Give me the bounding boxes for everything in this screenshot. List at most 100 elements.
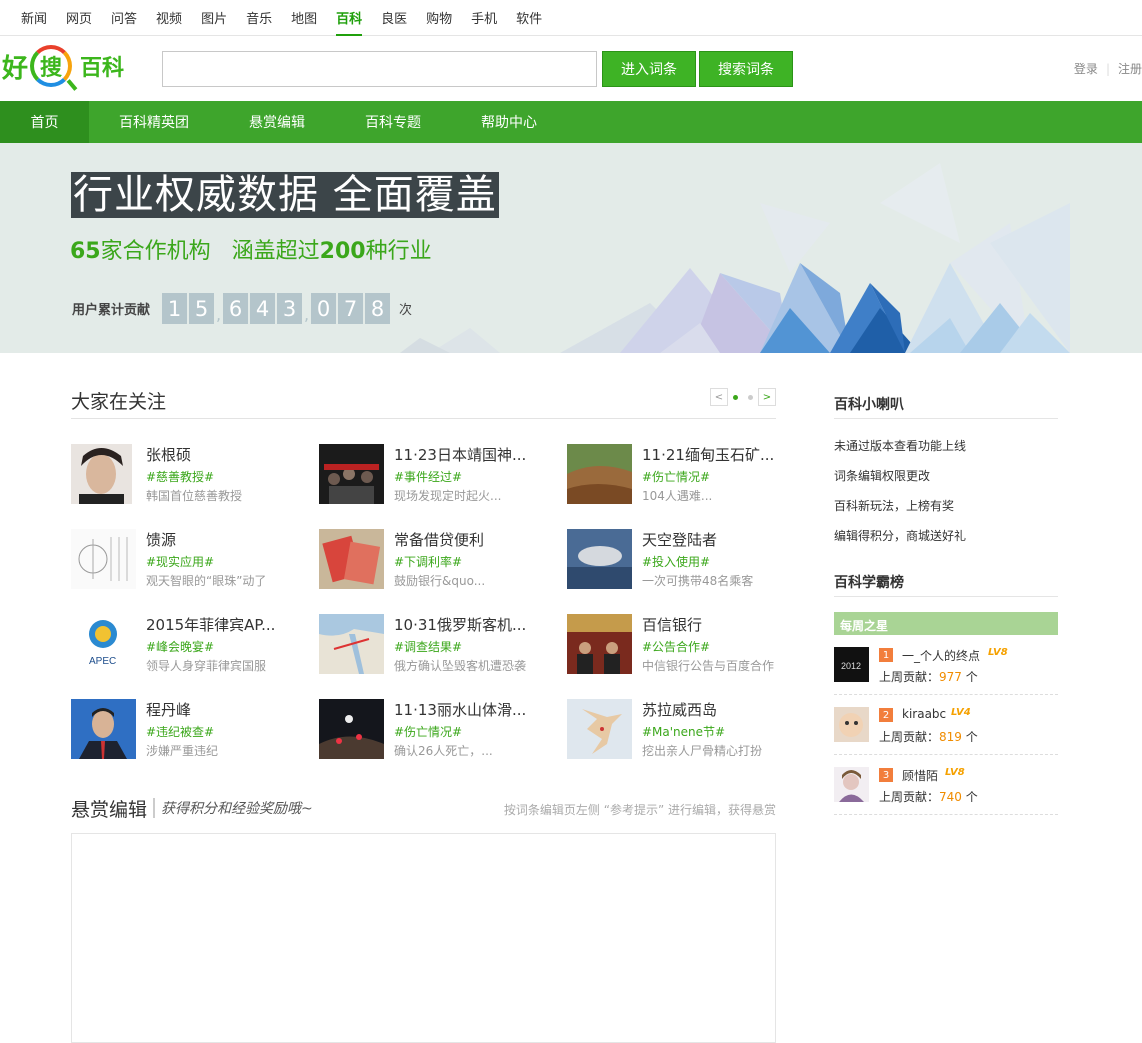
contribution-label: 上周贡献： — [879, 670, 940, 684]
logo-baike: 百科 — [80, 56, 125, 81]
next-arrow-icon[interactable]: > — [758, 388, 776, 406]
topnav-music[interactable]: 音乐 — [246, 0, 272, 35]
topnav-software[interactable]: 软件 — [516, 0, 542, 35]
rank-badge: 3 — [879, 768, 893, 782]
item-tag[interactable]: #峰会晚宴# — [146, 638, 214, 655]
list-item[interactable]: 苏拉威西岛 #Ma'nene节# 挖出亲人尸骨精心打扮 — [567, 699, 807, 761]
nav-reward-edit[interactable]: 悬赏编辑 — [219, 101, 335, 143]
item-title: 张根硕 — [146, 446, 192, 464]
list-item[interactable]: 11·21缅甸玉石矿... #伤亡情况# 104人遇难... — [567, 444, 807, 506]
login-link[interactable]: 登录 — [1074, 60, 1098, 77]
site-logo[interactable]: 好 搜 百科 — [2, 45, 124, 87]
industry-prefix: 涵盖超过 — [231, 239, 320, 264]
star-row: 2012 1 一_个人的终点 LV8 上周贡献：977 个 — [834, 635, 1058, 695]
item-tag[interactable]: #调查结果# — [394, 638, 462, 655]
list-item[interactable]: 百信银行 #公告合作# 中信银行公告与百度合作 — [567, 614, 807, 676]
user-links: 登录 | 注册 — [1074, 60, 1142, 77]
star-username[interactable]: 一_个人的终点 — [902, 647, 980, 664]
pager-dot[interactable] — [733, 394, 738, 400]
horn-item[interactable]: 百科新玩法，上榜有奖 — [834, 497, 1058, 514]
item-tag[interactable]: #下调利率# — [394, 553, 462, 570]
prev-arrow-icon[interactable]: < — [710, 388, 728, 406]
star-username[interactable]: 顾惜陌 — [902, 767, 938, 784]
item-tag[interactable]: #违纪被查# — [146, 723, 214, 740]
top-navigation: 新闻 网页 问答 视频 图片 音乐 地图 百科 良医 购物 手机 软件 — [0, 0, 1142, 36]
contribution-label: 上周贡献： — [879, 790, 940, 804]
item-desc: 一次可携带48名乘客 — [642, 574, 754, 588]
item-desc: 韩国首位慈善教授 — [146, 489, 243, 503]
list-item[interactable]: APEC 2015年菲律宾AP... #峰会晚宴# 领导人身穿菲律宾国服 — [71, 614, 311, 676]
avatar[interactable] — [834, 767, 869, 802]
counter-separator: , — [215, 305, 222, 324]
list-item[interactable]: 常备借贷便利 #下调利率# 鼓励银行&quo... — [319, 529, 559, 591]
counter-digit: 0 — [311, 293, 337, 324]
divider: | — [1105, 61, 1110, 76]
nav-home[interactable]: 首页 — [0, 101, 89, 143]
level-badge: LV4 — [951, 707, 971, 718]
contribution-unit: 个 — [965, 790, 978, 804]
avatar[interactable]: 2012 — [834, 647, 869, 682]
topnav-video[interactable]: 视频 — [156, 0, 182, 35]
nav-help[interactable]: 帮助中心 — [451, 101, 567, 143]
list-item[interactable]: 馈源 #现实应用# 观天智眼的“眼珠”动了 — [71, 529, 311, 591]
topnav-baike[interactable]: 百科 — [336, 0, 363, 36]
nav-topics[interactable]: 百科专题 — [335, 101, 451, 143]
item-desc: 现场发现定时起火... — [394, 489, 502, 503]
item-tag[interactable]: #公告合作# — [642, 638, 710, 655]
item-tag[interactable]: #事件经过# — [394, 468, 462, 485]
horn-item[interactable]: 未通过版本查看功能上线 — [834, 437, 1058, 454]
search-entry-button[interactable]: 搜索词条 — [699, 51, 793, 87]
horn-item[interactable]: 词条编辑权限更改 — [834, 467, 1058, 484]
reward-handwriting: 获得积分和经验奖励哦~ — [153, 798, 313, 818]
star-username[interactable]: kiraabc — [902, 707, 946, 721]
item-tag[interactable]: #现实应用# — [146, 553, 214, 570]
register-link[interactable]: 注册 — [1118, 60, 1142, 77]
topnav-web[interactable]: 网页 — [66, 0, 92, 35]
list-item[interactable]: 程丹峰 #违纪被查# 涉嫌严重违纪 — [71, 699, 311, 761]
item-tag[interactable]: #伤亡情况# — [394, 723, 462, 740]
list-item[interactable]: 11·13丽水山体滑... #伤亡情况# 确认26人死亡，... — [319, 699, 559, 761]
item-tag[interactable]: #投入使用# — [642, 553, 710, 570]
topnav-qa[interactable]: 问答 — [111, 0, 137, 35]
topnav-images[interactable]: 图片 — [201, 0, 227, 35]
enter-entry-button[interactable]: 进入词条 — [602, 51, 696, 87]
pager-dot[interactable] — [748, 394, 753, 400]
item-title: 程丹峰 — [146, 701, 192, 719]
horn-item[interactable]: 编辑得积分，商城送好礼 — [834, 527, 1058, 544]
contribution: 上周贡献：819 个 — [879, 728, 978, 745]
avatar[interactable] — [834, 707, 869, 742]
list-item[interactable]: 10·31俄罗斯客机... #调查结果# 俄方确认坠毁客机遭恐袭 — [319, 614, 559, 676]
nav-elite-team[interactable]: 百科精英团 — [89, 101, 219, 143]
hero-banner: 行业权威数据 全面覆盖 65家合作机构 涵盖超过200种行业 用户累计贡献 1 … — [0, 143, 1142, 353]
counter-digit: 6 — [223, 293, 249, 324]
list-item[interactable]: 张根硕 #慈善教授# 韩国首位慈善教授 — [71, 444, 311, 506]
search-input[interactable] — [162, 51, 597, 87]
topnav-doctor[interactable]: 良医 — [381, 0, 407, 35]
item-desc: 确认26人死亡，... — [394, 744, 493, 758]
item-title: 常备借贷便利 — [394, 531, 485, 549]
list-item[interactable]: 11·23日本靖国神... #事件经过# 现场发现定时起火... — [319, 444, 559, 506]
partner-label: 家合作机构 — [100, 239, 211, 264]
rank-badge: 1 — [879, 648, 893, 662]
item-tag[interactable]: #伤亡情况# — [642, 468, 710, 485]
topnav-shopping[interactable]: 购物 — [426, 0, 452, 35]
contribution-unit: 个 — [965, 670, 978, 684]
topnav-mobile[interactable]: 手机 — [471, 0, 497, 35]
partner-count: 65 — [70, 239, 101, 264]
item-tag[interactable]: #慈善教授# — [146, 468, 214, 485]
thumbnail-airship-image — [567, 529, 632, 589]
item-desc: 观天智眼的“眼珠”动了 — [146, 574, 267, 588]
item-desc: 涉嫌严重违纪 — [146, 744, 219, 758]
contribution-count: 819 — [939, 730, 962, 744]
level-badge: LV8 — [988, 647, 1008, 658]
svg-text:2012: 2012 — [841, 661, 861, 671]
item-desc: 俄方确认坠毁客机遭恐袭 — [394, 659, 527, 673]
magnifier-logo-icon: 搜 — [30, 45, 73, 87]
thumbnail-money-image — [319, 529, 384, 589]
item-title: 10·31俄罗斯客机... — [394, 616, 527, 634]
topnav-news[interactable]: 新闻 — [21, 0, 47, 35]
topnav-map[interactable]: 地图 — [291, 0, 317, 35]
item-tag[interactable]: #Ma'nene节# — [642, 723, 725, 740]
list-item[interactable]: 天空登陆者 #投入使用# 一次可携带48名乘客 — [567, 529, 807, 591]
counter-label: 用户累计贡献 — [72, 303, 151, 318]
